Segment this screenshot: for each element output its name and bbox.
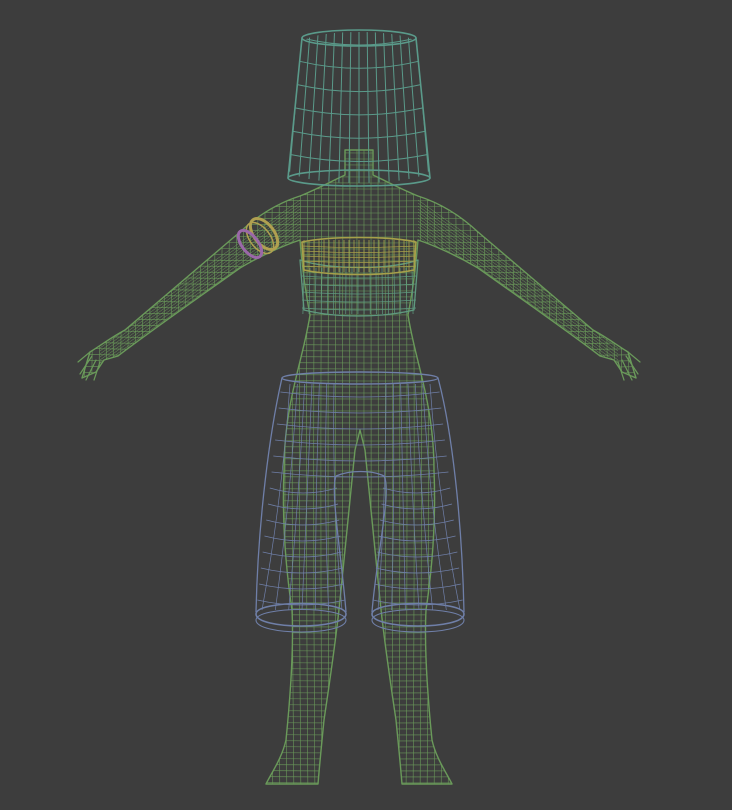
3d-viewport[interactable] (0, 0, 732, 810)
wireframe-scene (77, 29, 641, 785)
bucket-hat-mesh (287, 29, 431, 187)
chest-band-mesh (301, 236, 417, 276)
body-mesh (77, 149, 641, 785)
